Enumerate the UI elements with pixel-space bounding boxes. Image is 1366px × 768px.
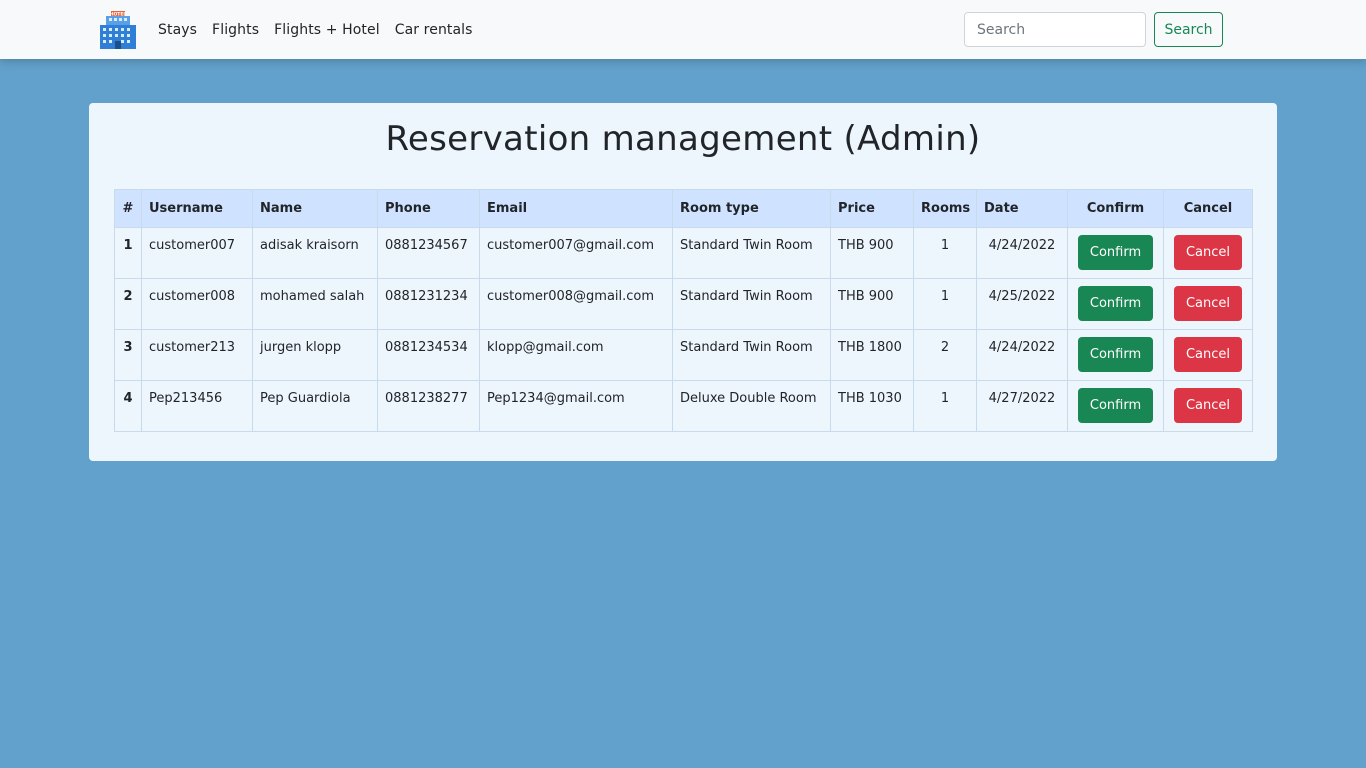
cell-number: 1 [114,227,142,279]
header-username: Username [141,189,253,228]
cell-number: 2 [114,278,142,330]
cell-phone: 0881234534 [377,329,480,381]
page-title: Reservation management (Admin) [385,119,981,159]
cell-email: customer007@gmail.com [479,227,673,279]
navbar: HOTEL Stays Flights Flights + Hotel Car … [0,0,1366,59]
cell-confirm: Confirm [1067,329,1164,381]
header-name: Name [252,189,378,228]
cell-rooms: 2 [913,329,977,381]
cell-rooms: 1 [913,380,977,432]
cell-username: customer007 [141,227,253,279]
cell-room-type: Deluxe Double Room [672,380,831,432]
cell-cancel: Cancel [1163,329,1253,381]
cell-phone: 0881234567 [377,227,480,279]
cell-confirm: Confirm [1067,278,1164,330]
header-confirm: Confirm [1067,189,1164,228]
cell-date: 4/27/2022 [976,380,1068,432]
header-phone: Phone [377,189,480,228]
cell-price: THB 1800 [830,329,914,381]
table-row: 1 customer007 adisak kraisorn 0881234567… [114,227,1253,279]
header-email: Email [479,189,673,228]
table-header-row: # Username Name Phone Email Room type Pr… [114,189,1253,228]
reservation-card: Reservation management (Admin) # Usernam… [89,103,1277,461]
cancel-button[interactable]: Cancel [1174,388,1242,423]
cell-number: 3 [114,329,142,381]
header-date: Date [976,189,1068,228]
cell-name: jurgen klopp [252,329,378,381]
header-room-type: Room type [672,189,831,228]
cell-price: THB 900 [830,278,914,330]
reservation-table: # Username Name Phone Email Room type Pr… [114,189,1253,432]
cell-date: 4/24/2022 [976,329,1068,381]
cell-name: Pep Guardiola [252,380,378,432]
table-row: 2 customer008 mohamed salah 0881231234 c… [114,278,1253,330]
cell-username: Pep213456 [141,380,253,432]
cell-room-type: Standard Twin Room [672,227,831,279]
cell-phone: 0881238277 [377,380,480,432]
cell-price: THB 900 [830,227,914,279]
search-button[interactable]: Search [1154,12,1223,47]
cell-username: customer213 [141,329,253,381]
cancel-button[interactable]: Cancel [1174,337,1242,372]
cancel-button[interactable]: Cancel [1174,286,1242,321]
cell-price: THB 1030 [830,380,914,432]
cell-confirm: Confirm [1067,227,1164,279]
cell-date: 4/24/2022 [976,227,1068,279]
cell-date: 4/25/2022 [976,278,1068,330]
confirm-button[interactable]: Confirm [1078,337,1153,372]
nav-link-car-rentals[interactable]: Car rentals [395,22,473,38]
cell-name: adisak kraisorn [252,227,378,279]
nav-links: Stays Flights Flights + Hotel Car rental… [158,0,488,59]
cell-cancel: Cancel [1163,380,1253,432]
cell-room-type: Standard Twin Room [672,278,831,330]
cell-cancel: Cancel [1163,278,1253,330]
cell-rooms: 1 [913,227,977,279]
cancel-button[interactable]: Cancel [1174,235,1242,270]
cell-room-type: Standard Twin Room [672,329,831,381]
cell-name: mohamed salah [252,278,378,330]
cell-phone: 0881231234 [377,278,480,330]
cell-confirm: Confirm [1067,380,1164,432]
cell-email: klopp@gmail.com [479,329,673,381]
confirm-button[interactable]: Confirm [1078,388,1153,423]
cell-email: Pep1234@gmail.com [479,380,673,432]
confirm-button[interactable]: Confirm [1078,286,1153,321]
search-input[interactable] [964,12,1146,47]
cell-rooms: 1 [913,278,977,330]
nav-link-flights[interactable]: Flights [212,22,259,38]
cell-cancel: Cancel [1163,227,1253,279]
cell-username: customer008 [141,278,253,330]
table-row: 4 Pep213456 Pep Guardiola 0881238277 Pep… [114,380,1253,432]
header-rooms: Rooms [913,189,977,228]
hotel-logo-icon[interactable]: HOTEL [99,11,137,49]
nav-link-flights-hotel[interactable]: Flights + Hotel [274,22,380,38]
nav-link-stays[interactable]: Stays [158,22,197,38]
table-row: 3 customer213 jurgen klopp 0881234534 kl… [114,329,1253,381]
header-cancel: Cancel [1163,189,1253,228]
confirm-button[interactable]: Confirm [1078,235,1153,270]
cell-email: customer008@gmail.com [479,278,673,330]
header-number: # [114,189,142,228]
header-price: Price [830,189,914,228]
cell-number: 4 [114,380,142,432]
